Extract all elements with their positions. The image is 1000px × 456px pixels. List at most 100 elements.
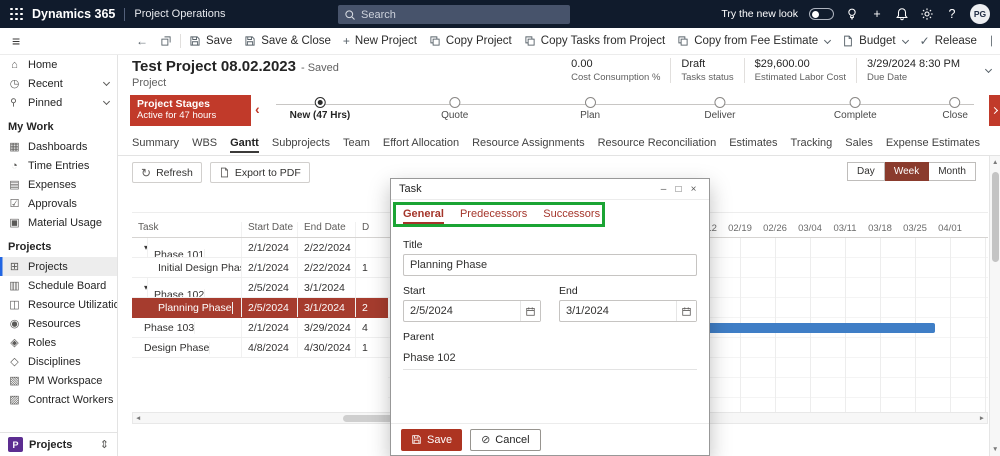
table-row[interactable]: ▾Phase 102 2/5/2024 3/1/2024 [132,278,388,298]
area-switcher-icon[interactable]: ⇕ [100,438,109,451]
sidebar-item-approvals[interactable]: ☑ Approvals [0,194,117,213]
new-look-toggle[interactable] [809,8,834,20]
global-search[interactable] [338,5,570,24]
vertical-scrollbar[interactable]: ▲ ▼ [989,156,1000,456]
lightbulb-icon[interactable] [845,7,859,21]
tab-expense-estimates[interactable]: Expense Estimates [886,133,980,153]
scroll-down-icon[interactable]: ▼ [992,446,998,453]
scroll-up-icon[interactable]: ▲ [992,159,998,166]
column-end-date[interactable]: End Date [298,222,356,237]
sidebar-item-schedule-board[interactable]: ▥ Schedule Board [0,276,117,295]
sidebar-item-pm-workspace[interactable]: ▧ PM Workspace [0,371,117,390]
sidebar-item-projects[interactable]: ⊞ Projects [0,257,117,276]
new-project-button[interactable]: + New Project [337,28,423,54]
sidebar-item-dashboards[interactable]: ▦ Dashboards [0,137,117,156]
close-icon[interactable]: × [686,184,701,195]
sidebar-item-time-entries[interactable]: ◔ Time Entries [0,156,117,175]
avatar[interactable]: PG [970,4,990,24]
back-button[interactable]: ← [130,28,154,54]
sidebar-item-contract-workers[interactable]: ▨ Contract Workers [0,390,117,409]
end-date-picker-button[interactable] [676,301,696,321]
waffle-icon[interactable] [10,7,23,21]
tab-resource-reconciliation[interactable]: Resource Reconciliation [598,133,717,153]
start-date-picker-button[interactable] [520,301,540,321]
sidebar-item-expenses[interactable]: ▤ Expenses [0,175,117,194]
stage-deliver[interactable]: Deliver [704,95,735,121]
area-switcher[interactable]: P Projects ⇕ [0,432,117,456]
parent-field-value[interactable]: Phase 102 [403,346,697,370]
column-task[interactable]: Task [132,222,242,237]
maximize-icon[interactable]: □ [671,184,686,195]
search-input[interactable] [361,8,564,21]
sidebar-item-home[interactable]: ⌂ Home [0,55,117,74]
app-brand[interactable]: Dynamics 365 [32,7,115,21]
collapse-caret-icon[interactable]: ▾ [138,278,148,297]
process-stage-box[interactable]: Project Stages Active for 47 hours [130,95,251,126]
table-row[interactable]: Initial Design Phase 2/1/2024 2/22/2024 … [132,258,388,278]
plus-icon[interactable]: + [870,7,884,21]
copy-project-button[interactable]: Copy Project [423,28,518,54]
save-and-close-button[interactable]: Save & Close [238,28,337,54]
tab-effort-allocation[interactable]: Effort Allocation [383,133,459,153]
copy-from-fee-estimate-button[interactable]: Copy from Fee Estimate [671,28,836,54]
scroll-left-icon[interactable]: ◄ [135,415,141,422]
tab-sales[interactable]: Sales [845,133,873,153]
sidebar-item-material-usage[interactable]: ▣ Material Usage [0,213,117,232]
dialog-tab-predecessors[interactable]: Predecessors [460,208,527,224]
dialog-save-button[interactable]: Save [401,428,463,451]
bell-icon[interactable] [895,7,909,21]
collapse-header-chevron[interactable] [984,65,993,74]
copy-tasks-button[interactable]: Copy Tasks from Project [518,28,671,54]
tab-tracking[interactable]: Tracking [791,133,833,153]
vertical-scroll-thumb[interactable] [991,172,999,262]
deactivate-button[interactable]: Deactivate [983,28,992,54]
app-area-label[interactable]: Project Operations [134,8,225,20]
stage-plan[interactable]: Plan [580,95,600,121]
table-row[interactable]: ▾Phase 101 2/1/2024 2/22/2024 [132,238,388,258]
zoom-day-button[interactable]: Day [847,162,885,181]
zoom-week-button[interactable]: Week [884,162,930,181]
sidebar-item-resource-utilization[interactable]: ◫ Resource Utilization [0,295,117,314]
sidebar-item-recent[interactable]: ◷ Recent [0,74,117,93]
zoom-month-button[interactable]: Month [929,162,976,181]
tab-subprojects[interactable]: Subprojects [272,133,330,153]
tab-resource-assignments[interactable]: Resource Assignments [472,133,585,153]
sidebar-item-pinned[interactable]: Pinned [0,93,117,112]
title-field-input[interactable] [403,254,697,276]
table-row-selected[interactable]: Planning Phase 2/5/2024 3/1/2024 2 [132,298,388,318]
process-next-stage-button[interactable] [989,95,1000,126]
stage-complete[interactable]: Complete [834,95,877,121]
help-icon[interactable]: ? [945,7,959,21]
stage-close[interactable]: Close [942,95,968,121]
dialog-tab-general[interactable]: General [403,208,444,224]
tab-gantt[interactable]: Gantt [230,133,259,153]
budget-button[interactable]: Budget [836,28,913,54]
sidebar-item-roles[interactable]: ◈ Roles [0,333,117,352]
sidebar-item-resources[interactable]: ◉ Resources [0,314,117,333]
column-start-date[interactable]: Start Date [242,222,298,237]
dialog-cancel-button[interactable]: ⊘ Cancel [470,428,541,451]
save-button[interactable]: Save [183,28,238,54]
hamburger-icon[interactable]: ≡ [12,33,20,49]
dialog-tab-successors[interactable]: Successors [543,208,600,224]
refresh-button[interactable]: ↻ Refresh [132,162,202,183]
gear-icon[interactable] [920,7,934,21]
tab-team[interactable]: Team [343,133,370,153]
release-button[interactable]: ✓ Release [914,28,983,54]
process-collapse-icon[interactable]: ‹ [255,101,260,117]
export-pdf-button[interactable]: Export to PDF [209,162,310,183]
sidebar-item-disciplines[interactable]: ◇ Disciplines [0,352,117,371]
tab-estimates[interactable]: Estimates [729,133,777,153]
dialog-titlebar[interactable]: Task – □ × [391,179,709,200]
table-row[interactable]: Phase 103 2/1/2024 3/29/2024 4 [132,318,388,338]
tab-summary[interactable]: Summary [132,133,179,153]
popout-button[interactable] [154,28,178,54]
table-row[interactable]: Design Phase 4/8/2024 4/30/2024 1 [132,338,388,358]
tab-wbs[interactable]: WBS [192,133,217,153]
column-duration[interactable]: D [356,222,388,237]
collapse-caret-icon[interactable]: ▾ [138,238,148,257]
stage-new[interactable]: New (47 Hrs) [290,95,350,121]
minimize-icon[interactable]: – [656,184,671,195]
stage-quote[interactable]: Quote [441,95,468,121]
scroll-right-icon[interactable]: ► [979,415,985,422]
